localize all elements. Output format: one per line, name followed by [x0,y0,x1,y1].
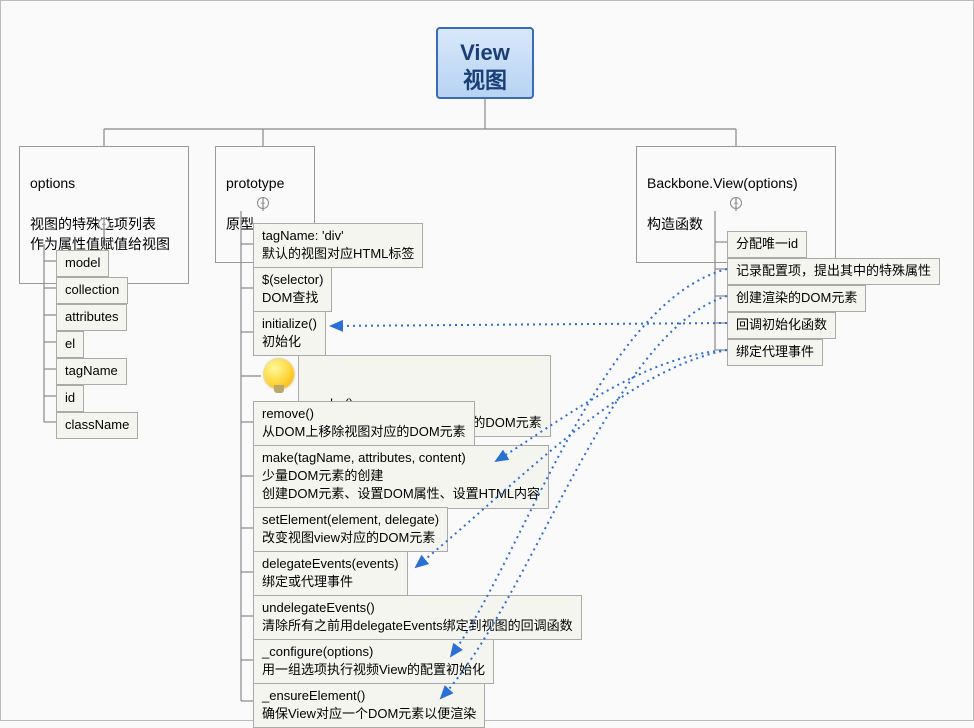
lightbulb-icon [264,359,294,389]
leaf-proto-ensureel[interactable]: _ensureElement() 确保View对应一个DOM元素以便渲染 [253,683,485,728]
leaf-ctor-record-opts[interactable]: 记录配置项，提出其中的特殊属性 [727,258,940,285]
leaf-ctor-create-dom[interactable]: 创建渲染的DOM元素 [727,285,866,312]
leaf-options-collection[interactable]: collection [56,277,128,304]
leaf-proto-tagname[interactable]: tagName: 'div' 默认的视图对应HTML标签 [253,223,423,268]
leaf-proto-make[interactable]: make(tagName, attributes, content) 少量DOM… [253,445,549,509]
leaf-options-el[interactable]: el [56,331,84,358]
toggle-icon[interactable] [98,218,110,230]
leaf-proto-configure[interactable]: _configure(options) 用一组选项执行视频View的配置初始化 [253,639,494,684]
root-node-view[interactable]: View 视图 [436,27,534,99]
branch-title: options [30,173,178,193]
branch-title: prototype [226,173,304,193]
leaf-ctor-uid[interactable]: 分配唯一id [727,231,807,258]
toggle-icon[interactable] [257,197,269,209]
leaf-options-model[interactable]: model [56,250,109,277]
leaf-options-classname[interactable]: className [56,412,138,439]
diagram-canvas: View 视图 options 视图的特殊选项列表 作为属性值赋值给视图 mod… [1,1,973,720]
leaf-ctor-bind-delegate[interactable]: 绑定代理事件 [727,339,823,366]
leaf-options-id[interactable]: id [56,385,84,412]
leaf-proto-dollar[interactable]: $(selector) DOM查找 [253,267,332,312]
leaf-proto-undelegate[interactable]: undelegateEvents() 清除所有之前用delegateEvents… [253,595,582,640]
leaf-options-tagname[interactable]: tagName [56,358,127,385]
leaf-options-attributes[interactable]: attributes [56,304,127,331]
leaf-proto-initialize[interactable]: initialize() 初始化 [253,311,326,356]
branch-title: Backbone.View(options) [647,173,825,193]
leaf-proto-setelement[interactable]: setElement(element, delegate) 改变视图view对应… [253,507,448,552]
leaf-proto-remove[interactable]: remove() 从DOM上移除视图对应的DOM元素 [253,401,475,446]
root-title-en: View [438,39,532,67]
root-title-zh: 视图 [438,67,532,95]
leaf-proto-delegate[interactable]: delegateEvents(events) 绑定或代理事件 [253,551,408,596]
leaf-ctor-cb-init[interactable]: 回调初始化函数 [727,312,836,339]
toggle-icon[interactable] [730,197,742,209]
